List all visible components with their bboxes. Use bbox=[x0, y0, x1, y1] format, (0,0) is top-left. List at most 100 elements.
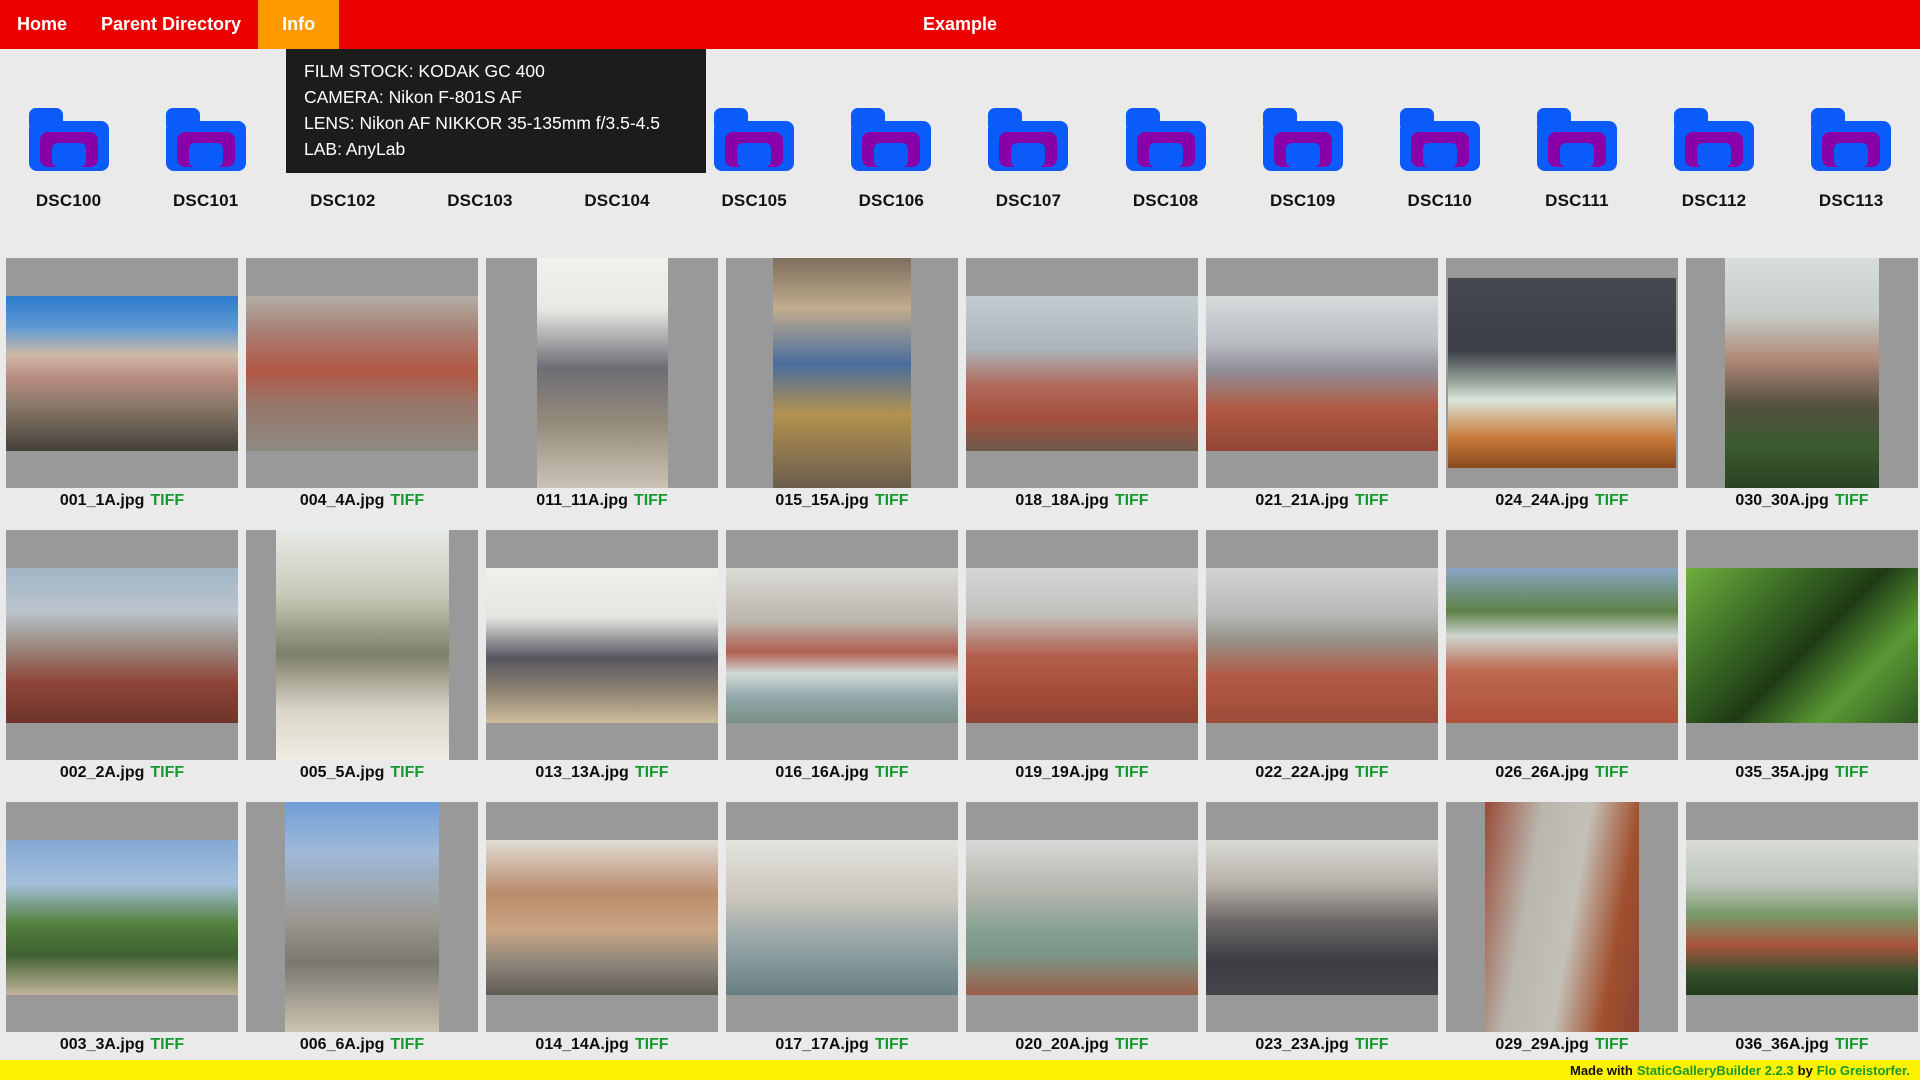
tiff-badge[interactable]: TIFF bbox=[635, 1036, 669, 1054]
filename-link[interactable]: 036_36A.jpg bbox=[1735, 1036, 1828, 1054]
thumbnail-cell[interactable] bbox=[1446, 530, 1678, 760]
thumbnail-cell[interactable] bbox=[1206, 802, 1438, 1032]
footer-author-link[interactable]: Flo Greistorfer. bbox=[1817, 1063, 1910, 1078]
tiff-badge[interactable]: TIFF bbox=[1355, 764, 1389, 782]
thumbnail-cell[interactable] bbox=[1446, 802, 1678, 1032]
thumbnail-cell[interactable] bbox=[6, 530, 238, 760]
tiff-badge[interactable]: TIFF bbox=[1835, 492, 1869, 510]
nav-home[interactable]: Home bbox=[0, 0, 84, 49]
thumbnail-cell[interactable] bbox=[246, 802, 478, 1032]
filename-link[interactable]: 023_23A.jpg bbox=[1255, 1036, 1348, 1054]
filename-link[interactable]: 017_17A.jpg bbox=[775, 1036, 868, 1054]
filename-link[interactable]: 005_5A.jpg bbox=[300, 764, 384, 782]
folder-item[interactable]: DSC112 bbox=[1646, 108, 1783, 207]
filename-link[interactable]: 030_30A.jpg bbox=[1735, 492, 1828, 510]
photo-thumbnail[interactable] bbox=[285, 802, 439, 1032]
filename-link[interactable]: 011_11A.jpg bbox=[536, 492, 628, 510]
filename-link[interactable]: 022_22A.jpg bbox=[1255, 764, 1348, 782]
tiff-badge[interactable]: TIFF bbox=[390, 1036, 424, 1054]
photo-thumbnail[interactable] bbox=[1206, 568, 1438, 723]
tiff-badge[interactable]: TIFF bbox=[1355, 492, 1389, 510]
tiff-badge[interactable]: TIFF bbox=[1355, 1036, 1389, 1054]
thumbnail-cell[interactable] bbox=[486, 802, 718, 1032]
folder-item[interactable]: DSC109 bbox=[1234, 108, 1371, 207]
filename-link[interactable]: 013_13A.jpg bbox=[535, 764, 628, 782]
thumbnail-cell[interactable] bbox=[726, 802, 958, 1032]
filename-link[interactable]: 001_1A.jpg bbox=[60, 492, 144, 510]
thumbnail-cell[interactable] bbox=[966, 258, 1198, 488]
thumbnail-cell[interactable] bbox=[1446, 258, 1678, 488]
folder-item[interactable]: DSC100 bbox=[0, 108, 137, 207]
photo-thumbnail[interactable] bbox=[276, 530, 449, 760]
folder-item[interactable]: DSC111 bbox=[1508, 108, 1645, 207]
photo-thumbnail[interactable] bbox=[1448, 278, 1676, 468]
filename-link[interactable]: 014_14A.jpg bbox=[535, 1036, 628, 1054]
filename-link[interactable]: 024_24A.jpg bbox=[1495, 492, 1588, 510]
photo-thumbnail[interactable] bbox=[1206, 840, 1438, 995]
filename-link[interactable]: 004_4A.jpg bbox=[300, 492, 384, 510]
photo-thumbnail[interactable] bbox=[966, 296, 1198, 451]
tiff-badge[interactable]: TIFF bbox=[150, 764, 184, 782]
filename-link[interactable]: 019_19A.jpg bbox=[1015, 764, 1108, 782]
folder-item[interactable]: DSC105 bbox=[686, 108, 823, 207]
tiff-badge[interactable]: TIFF bbox=[150, 492, 184, 510]
tiff-badge[interactable]: TIFF bbox=[634, 492, 668, 510]
tiff-badge[interactable]: TIFF bbox=[875, 492, 909, 510]
filename-link[interactable]: 016_16A.jpg bbox=[775, 764, 868, 782]
tiff-badge[interactable]: TIFF bbox=[1115, 492, 1149, 510]
folder-item[interactable]: DSC113 bbox=[1783, 108, 1920, 207]
tiff-badge[interactable]: TIFF bbox=[1595, 1036, 1629, 1054]
thumbnail-cell[interactable] bbox=[486, 530, 718, 760]
tiff-badge[interactable]: TIFF bbox=[390, 764, 424, 782]
thumbnail-cell[interactable] bbox=[6, 802, 238, 1032]
photo-thumbnail[interactable] bbox=[966, 840, 1198, 995]
thumbnail-cell[interactable] bbox=[486, 258, 718, 488]
photo-thumbnail[interactable] bbox=[1206, 296, 1438, 451]
thumbnail-cell[interactable] bbox=[1206, 258, 1438, 488]
folder-item[interactable]: DSC101 bbox=[137, 108, 274, 207]
filename-link[interactable]: 015_15A.jpg bbox=[775, 492, 868, 510]
tiff-badge[interactable]: TIFF bbox=[1595, 764, 1629, 782]
filename-link[interactable]: 018_18A.jpg bbox=[1015, 492, 1108, 510]
photo-thumbnail[interactable] bbox=[1485, 802, 1639, 1032]
filename-link[interactable]: 003_3A.jpg bbox=[60, 1036, 144, 1054]
thumbnail-cell[interactable] bbox=[1686, 802, 1918, 1032]
photo-thumbnail[interactable] bbox=[6, 840, 238, 995]
photo-thumbnail[interactable] bbox=[6, 296, 238, 451]
folder-item[interactable]: DSC107 bbox=[960, 108, 1097, 207]
photo-thumbnail[interactable] bbox=[486, 840, 718, 995]
tiff-badge[interactable]: TIFF bbox=[635, 764, 669, 782]
tiff-badge[interactable]: TIFF bbox=[1835, 1036, 1869, 1054]
thumbnail-cell[interactable] bbox=[246, 530, 478, 760]
photo-thumbnail[interactable] bbox=[1686, 840, 1918, 995]
filename-link[interactable]: 020_20A.jpg bbox=[1015, 1036, 1108, 1054]
filename-link[interactable]: 026_26A.jpg bbox=[1495, 764, 1588, 782]
thumbnail-cell[interactable] bbox=[6, 258, 238, 488]
thumbnail-cell[interactable] bbox=[726, 258, 958, 488]
photo-thumbnail[interactable] bbox=[726, 840, 958, 995]
tiff-badge[interactable]: TIFF bbox=[1835, 764, 1869, 782]
tiff-badge[interactable]: TIFF bbox=[1115, 764, 1149, 782]
thumbnail-cell[interactable] bbox=[1206, 530, 1438, 760]
folder-item[interactable]: DSC110 bbox=[1371, 108, 1508, 207]
thumbnail-cell[interactable] bbox=[966, 802, 1198, 1032]
photo-thumbnail[interactable] bbox=[1725, 258, 1879, 488]
thumbnail-cell[interactable] bbox=[966, 530, 1198, 760]
photo-thumbnail[interactable] bbox=[486, 568, 718, 723]
filename-link[interactable]: 029_29A.jpg bbox=[1495, 1036, 1588, 1054]
thumbnail-cell[interactable] bbox=[1686, 258, 1918, 488]
thumbnail-cell[interactable] bbox=[1686, 530, 1918, 760]
folder-item[interactable]: DSC108 bbox=[1097, 108, 1234, 207]
photo-thumbnail[interactable] bbox=[966, 568, 1198, 723]
filename-link[interactable]: 021_21A.jpg bbox=[1255, 492, 1348, 510]
photo-thumbnail[interactable] bbox=[1446, 568, 1678, 723]
nav-info[interactable]: Info bbox=[258, 0, 339, 49]
photo-thumbnail[interactable] bbox=[726, 568, 958, 723]
photo-thumbnail[interactable] bbox=[246, 296, 478, 451]
photo-thumbnail[interactable] bbox=[6, 568, 238, 723]
photo-thumbnail[interactable] bbox=[773, 258, 911, 488]
filename-link[interactable]: 002_2A.jpg bbox=[60, 764, 144, 782]
tiff-badge[interactable]: TIFF bbox=[1115, 1036, 1149, 1054]
tiff-badge[interactable]: TIFF bbox=[875, 764, 909, 782]
filename-link[interactable]: 035_35A.jpg bbox=[1735, 764, 1828, 782]
